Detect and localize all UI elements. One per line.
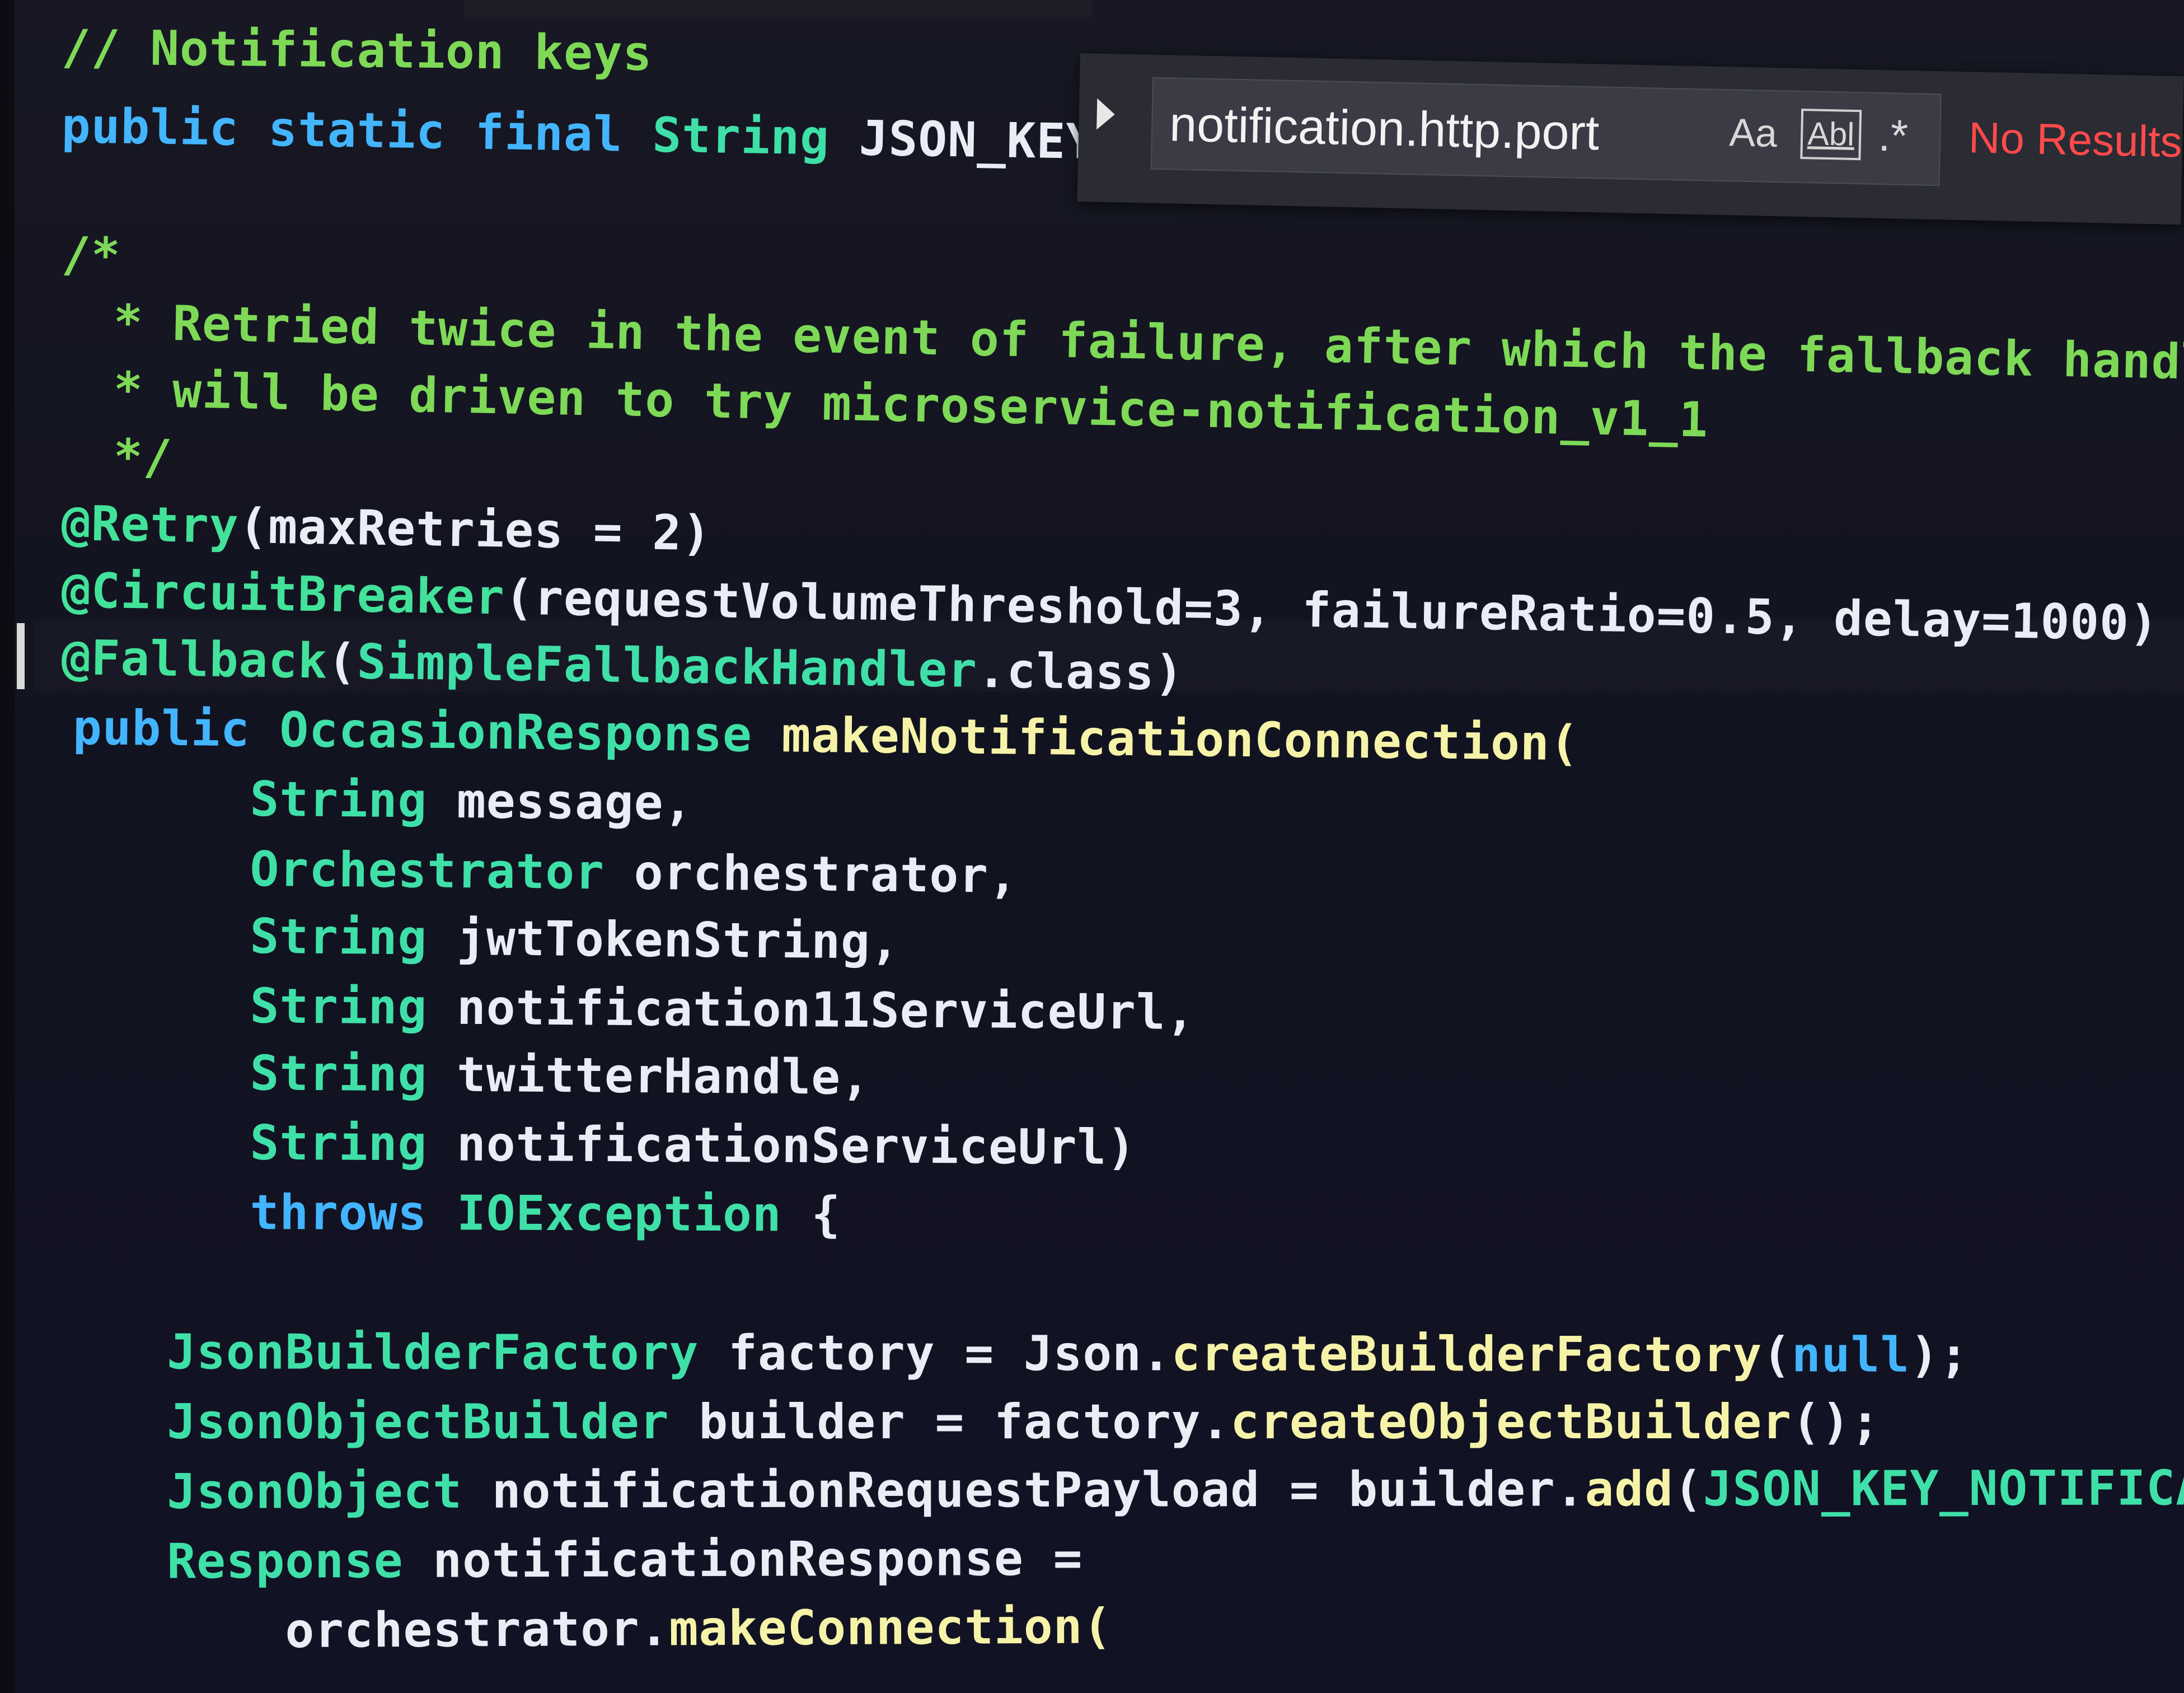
code-token: builder = factory. (699, 1394, 1231, 1450)
code-token: orchestrator, (634, 844, 1019, 904)
code-token: @Fallback (61, 630, 328, 690)
tab-strip (465, 0, 1091, 17)
code-token: twitterHandle, (456, 1046, 871, 1106)
code-token: String (72, 977, 457, 1036)
code-token: String (652, 107, 860, 167)
code-token: (); (1792, 1394, 1881, 1450)
match-case-icon[interactable]: Aa (1722, 107, 1784, 158)
code-token: throws (72, 1184, 457, 1242)
code-token: IOException (456, 1185, 812, 1243)
code-token: message, (456, 773, 693, 831)
code-line[interactable]: Response notificationResponse = (78, 1528, 1083, 1593)
code-line[interactable]: // Notification keys (61, 17, 653, 85)
code-token: ( (1673, 1461, 1703, 1518)
code-token: JSON_KEY_NOTIFICATION (1703, 1460, 2184, 1517)
code-token: JsonBuilderFactory (78, 1324, 729, 1382)
code-token: notificationResponse = (433, 1530, 1083, 1589)
code-token: orchestrator. (78, 1601, 669, 1660)
code-line[interactable]: String jwtTokenString, (73, 904, 901, 973)
code-token: notification11ServiceUrl, (456, 979, 1196, 1041)
code-token: JsonObjectBuilder (78, 1394, 699, 1450)
code-token: createBuilderFactory (1171, 1326, 1763, 1383)
code-line[interactable]: JsonBuilderFactory factory = Json.create… (78, 1321, 1969, 1386)
code-token: public (72, 700, 280, 758)
code-line[interactable]: JsonObject notificationRequestPayload = … (78, 1457, 2184, 1523)
code-token: OccasionResponse (279, 701, 782, 764)
code-line[interactable]: public OccasionResponse makeNotification… (72, 697, 1580, 774)
code-line[interactable]: Orchestrator orchestrator, (73, 837, 1019, 907)
code-token: ( (327, 633, 358, 690)
code-token: notificationServiceUrl) (456, 1116, 1137, 1176)
code-line[interactable]: @Retry(maxRetries = 2) (61, 493, 712, 564)
code-line[interactable]: String message, (73, 767, 693, 834)
find-widget[interactable]: notification.http.port Aa Abl .* No Resu… (1077, 53, 2184, 225)
text-cursor (17, 623, 25, 689)
code-token: (maxRetries = 2) (238, 498, 712, 562)
code-line[interactable]: String notificationServiceUrl) (73, 1111, 1137, 1178)
code-token: ); (1910, 1327, 1969, 1383)
code-editor[interactable]: // Notification keys public static final … (0, 0, 2184, 1693)
code-token: String (72, 1044, 457, 1103)
code-line[interactable]: throws IOException { (73, 1181, 841, 1246)
code-line[interactable]: public static final String JSON_KEY_NOT (61, 95, 1214, 175)
code-token: String (72, 907, 457, 966)
code-line[interactable]: /* (61, 224, 121, 287)
code-token: /* (61, 227, 121, 284)
code-token: makeNotificationConnection( (781, 707, 1580, 772)
code-token: String (72, 770, 457, 829)
code-line[interactable]: JsonObjectBuilder builder = factory.crea… (78, 1391, 1880, 1453)
code-token: add (1585, 1461, 1674, 1518)
code-line[interactable]: String twitterHandle, (73, 1041, 871, 1109)
code-token: Orchestrator (72, 840, 635, 901)
code-token: makeConnection( (669, 1598, 1113, 1657)
code-token: jwtTokenString, (456, 910, 901, 970)
code-token: .class) (977, 642, 1185, 701)
code-line[interactable]: orchestrator.makeConnection( (78, 1596, 1113, 1663)
code-token: JsonObject (78, 1463, 492, 1520)
code-line[interactable]: String notification11ServiceUrl, (73, 974, 1196, 1044)
chevron-right-icon[interactable] (1096, 98, 1116, 130)
find-status: No Results (1968, 113, 2183, 167)
code-token: // Notification keys (61, 20, 653, 82)
code-token: SimpleFallbackHandler (357, 634, 978, 699)
code-token: public static final (61, 98, 653, 163)
code-token: ( (1762, 1327, 1792, 1383)
code-token: factory = Json. (728, 1325, 1171, 1382)
code-token: @Retry (61, 495, 240, 554)
code-token: notificationRequestPayload = builder. (491, 1461, 1585, 1519)
code-token: { (811, 1186, 841, 1243)
code-token: Response (78, 1532, 433, 1590)
whole-word-icon[interactable]: Abl (1800, 108, 1862, 161)
code-token: String (72, 1114, 457, 1172)
find-query: notification.http.port (1169, 96, 1600, 161)
code-token: null (1791, 1327, 1910, 1383)
code-line[interactable]: */ (83, 425, 173, 489)
code-token: createObjectBuilder (1230, 1394, 1792, 1450)
regex-icon[interactable]: .* (1867, 110, 1919, 162)
editor-gutter (0, 0, 15, 1693)
code-token: */ (83, 428, 174, 486)
code-token: @CircuitBreaker (61, 563, 505, 626)
